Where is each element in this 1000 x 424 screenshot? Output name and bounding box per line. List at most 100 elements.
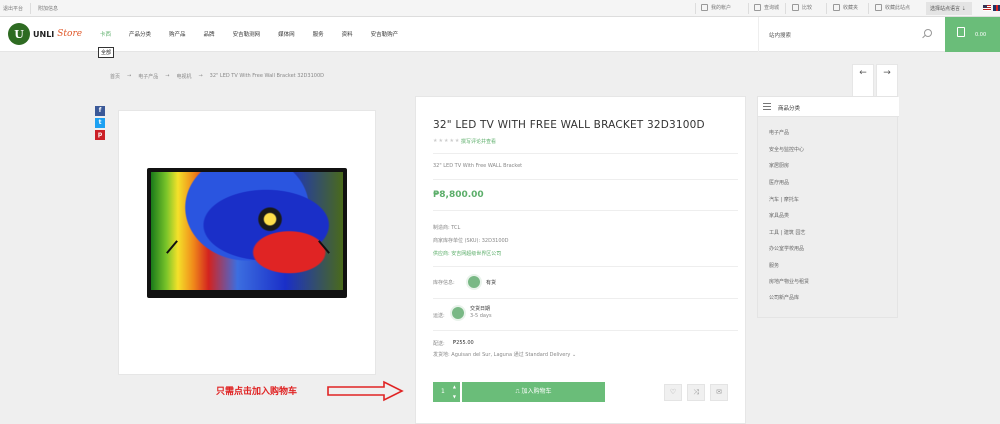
main-nav: 卡西 产品分类 购产品 品牌 安吉勒测网 媒体网 服务 资料 安吉勒购产: [100, 30, 416, 38]
topbar-separator: [785, 3, 786, 14]
logo-text: UNLI: [33, 29, 55, 39]
bookmark-icon: [875, 4, 882, 11]
product-image-panel[interactable]: [118, 110, 376, 375]
topbar-link-1[interactable]: 附加信息: [38, 5, 58, 12]
compare-icon: [792, 4, 799, 11]
nav-item-4[interactable]: 安吉勒测网: [233, 30, 261, 38]
bookmark-link[interactable]: 收藏此站点: [875, 4, 910, 11]
category-item[interactable]: 家具品类: [769, 212, 789, 219]
email-button[interactable]: ✉: [710, 384, 728, 401]
logo[interactable]: U UNLI Store: [8, 23, 82, 45]
shopping-bag-icon: [957, 27, 965, 37]
heart-icon: [833, 4, 840, 11]
instruction-annotation: 只需点击加入购物车: [216, 387, 298, 397]
divider: [433, 298, 738, 299]
review-link[interactable]: 撰写评论并查看: [461, 138, 496, 145]
twitter-icon[interactable]: t: [95, 118, 105, 128]
all-categories-button[interactable]: 全部: [98, 47, 115, 58]
topbar-separator: [695, 3, 696, 14]
uk-flag-icon[interactable]: [993, 5, 1000, 11]
sku-line: 商家库存单位 (SKU): 32D3100D: [433, 238, 509, 244]
nav-item-categories[interactable]: 产品分类: [129, 30, 151, 38]
stock-icon: [466, 274, 482, 290]
shipping-label: 配送:: [433, 341, 445, 347]
pinterest-icon[interactable]: p: [95, 130, 105, 140]
logo-mark-icon: U: [8, 23, 30, 45]
category-item[interactable]: 办公室学校用品: [769, 245, 804, 252]
quantity-value[interactable]: 1: [441, 388, 445, 395]
breadcrumb-tv[interactable]: 电视机: [176, 73, 191, 80]
topbar-separator: [826, 3, 827, 14]
annotation-arrow-icon: [327, 380, 404, 402]
category-item[interactable]: 家居厨房: [769, 162, 789, 169]
product-subtitle: 32" LED TV With Free WALL Bracket: [433, 163, 523, 169]
delivery-label: 运送:: [433, 313, 445, 319]
breadcrumb: 首页 → 电子产品 → 电视机 → 32" LED TV With Free Wall…: [110, 73, 324, 80]
tv-screen: [151, 172, 343, 290]
facebook-icon[interactable]: f: [95, 106, 105, 116]
nav-item-8[interactable]: 安吉勒购产: [371, 30, 399, 38]
wishlist-button[interactable]: ♡: [664, 384, 682, 401]
nav-item-services[interactable]: 服务: [313, 30, 324, 38]
shipping-price: ₱255.00: [453, 340, 474, 346]
product-price: ₱8,800.00: [433, 190, 484, 200]
topbar-separator: [868, 3, 869, 14]
topbar-separator: [30, 3, 31, 14]
list-icon: [754, 4, 761, 11]
user-icon: [701, 4, 708, 11]
topbar-link-0[interactable]: 退出平台: [3, 5, 23, 12]
search-input[interactable]: 站内搜索: [769, 31, 791, 39]
divider: [433, 153, 738, 154]
category-item[interactable]: 服务: [769, 262, 779, 269]
category-item[interactable]: 工具 | 建筑 园艺: [769, 229, 805, 236]
breadcrumb-electronics[interactable]: 电子产品: [138, 73, 158, 80]
search-box[interactable]: 站内搜索: [758, 17, 944, 52]
nav-item-5[interactable]: 媒体网: [278, 30, 295, 38]
stock-value: 有货: [486, 280, 497, 286]
cart-total: 0.00: [975, 32, 987, 38]
cart-button[interactable]: 0.00: [945, 17, 1000, 52]
seller-line[interactable]: 供应商: 安吉网超级世界区公司: [433, 250, 501, 257]
category-item[interactable]: 汽车 | 摩托车: [769, 196, 799, 203]
nav-item-brands[interactable]: 品牌: [204, 30, 215, 38]
product-title: 32" LED TV WITH FREE WALL BRACKET 32D310…: [433, 119, 705, 131]
brand-line: 制造商: TCL: [433, 225, 461, 231]
product-image[interactable]: [147, 168, 347, 298]
language-selector[interactable]: 选择站点语言 ⇣: [926, 2, 972, 15]
category-item[interactable]: 房地产物业与租赁: [769, 278, 809, 285]
category-item[interactable]: 安全与监控中心: [769, 146, 804, 153]
topbar-separator: [748, 3, 749, 14]
add-to-cart-button[interactable]: ⎍ 加入购物车: [462, 382, 605, 402]
language-label: 选择站点语言: [930, 6, 961, 12]
nav-item-home[interactable]: 卡西: [100, 30, 111, 38]
compare-link[interactable]: 比较: [792, 4, 812, 11]
quantity-stepper[interactable]: 1 ▲ ▼: [433, 382, 461, 402]
my-account-link[interactable]: 我的帐户: [701, 4, 731, 11]
breadcrumb-home[interactable]: 首页: [110, 73, 120, 80]
nav-item-products[interactable]: 购产品: [169, 30, 186, 38]
category-item[interactable]: 医疗用品: [769, 179, 789, 186]
stock-label: 库存信息:: [433, 280, 455, 286]
logo-script: Store: [57, 29, 83, 39]
shipping-detail[interactable]: 发货地: Aguisan del Sur, Laguna 通过 Standard…: [433, 351, 576, 358]
nav-item-resources[interactable]: 资料: [342, 30, 353, 38]
divider: [433, 179, 738, 180]
qty-down-icon[interactable]: ▼: [453, 394, 456, 399]
rating-stars: ★★★★★: [433, 138, 461, 144]
top-bar: 退出平台 附加信息 我的帐户 查询城 比较 收藏夹 收藏此站点 选择站点语言 ⇣: [0, 0, 1000, 17]
category-header: 商品分类: [758, 97, 899, 117]
qty-up-icon[interactable]: ▲: [453, 384, 456, 389]
divider: [433, 330, 738, 331]
product-info-panel: 32" LED TV WITH FREE WALL BRACKET 32D310…: [415, 96, 746, 424]
category-item[interactable]: 电子产品: [769, 129, 789, 136]
search-icon[interactable]: [924, 29, 932, 37]
divider: [433, 266, 738, 267]
category-item[interactable]: 公司新产品库: [769, 294, 799, 301]
us-flag-icon[interactable]: [983, 5, 991, 11]
compare-button[interactable]: ⤨: [687, 384, 705, 401]
wishlist-link[interactable]: 收藏夹: [833, 4, 858, 11]
category-sidebar: 商品分类 电子产品 安全与监控中心 家居厨房 医疗用品 汽车 | 摩托车 家具品…: [757, 96, 899, 318]
delivery-days: 3-5 days: [470, 313, 492, 319]
delivery-title: 交货日期: [470, 306, 491, 312]
order-link[interactable]: 查询城: [754, 4, 779, 11]
